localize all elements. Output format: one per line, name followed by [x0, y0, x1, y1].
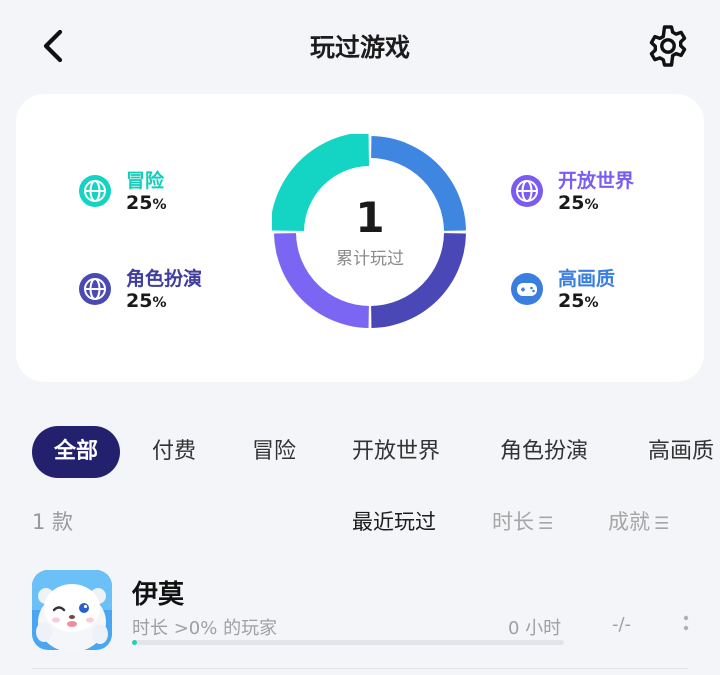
game-title: 伊莫 — [132, 580, 185, 610]
legend-open-world: 开放世界 25% — [510, 166, 690, 222]
total-played-label: 累计玩过 — [336, 249, 404, 269]
donut-center: 1 累计玩过 — [272, 193, 468, 270]
game-count: 1 款 — [32, 510, 74, 534]
gamepad-icon — [511, 273, 543, 305]
seal-mascot-image — [32, 570, 112, 650]
settings-button[interactable] — [644, 22, 692, 70]
game-list-item[interactable]: 伊莫 时长 >0% 的玩家 0 小时 -/- — [0, 560, 720, 675]
playtime-progress-fill — [132, 640, 137, 645]
sort-achievement-label: 成就 — [608, 510, 650, 534]
legend-percent: 25% — [126, 192, 167, 214]
page-title: 玩过游戏 — [309, 33, 410, 62]
total-played-count: 1 — [355, 193, 385, 242]
globe-icon — [79, 175, 111, 207]
game-thumbnail[interactable] — [32, 570, 112, 650]
gear-icon — [649, 25, 687, 67]
legend-label: 冒险 — [126, 170, 165, 192]
legend-percent: 25% — [558, 192, 599, 214]
genre-stats-card: 冒险 25% 角色扮演 25% 开放世界 25% 高画质 25% 1 累计玩过 — [16, 94, 704, 382]
legend-adventure: 冒险 25% — [78, 166, 258, 222]
tab-open-world[interactable]: 开放世界 — [352, 426, 440, 478]
sort-duration-label: 时长 — [492, 510, 534, 534]
legend-label: 角色扮演 — [126, 268, 203, 290]
legend-roleplay: 角色扮演 25% — [78, 264, 258, 320]
game-hours: 0 小时 — [508, 618, 562, 639]
tab-high-quality[interactable]: 高画质 — [648, 426, 714, 478]
more-options-button[interactable] — [676, 612, 696, 636]
tab-roleplay[interactable]: 角色扮演 — [500, 426, 588, 478]
sort-recent[interactable]: 最近玩过 — [352, 506, 436, 536]
sort-icon: ☰ — [654, 514, 670, 534]
sort-achievement[interactable]: 成就 ☰ — [608, 506, 669, 536]
vertical-dots-icon — [683, 615, 689, 631]
legend-percent: 25% — [126, 290, 167, 312]
top-bar: 玩过游戏 — [0, 0, 720, 92]
tab-all[interactable]: 全部 — [32, 426, 120, 478]
legend-percent: 25% — [558, 290, 599, 312]
playtime-progress-bar — [132, 640, 564, 645]
globe-icon — [511, 175, 543, 207]
game-playtime-percentile: 时长 >0% 的玩家 — [132, 618, 278, 639]
sort-icon: ☰ — [538, 514, 554, 534]
tab-adventure[interactable]: 冒险 — [252, 426, 296, 478]
globe-icon — [79, 273, 111, 305]
category-tabs: 全部 付费 冒险 开放世界 角色扮演 高画质 — [0, 424, 720, 484]
sort-duration[interactable]: 时长 ☰ — [492, 506, 553, 536]
legend-label: 开放世界 — [558, 170, 635, 192]
legend-high-quality: 高画质 25% — [510, 264, 690, 320]
row-divider — [32, 668, 688, 669]
legend-label: 高画质 — [558, 268, 616, 290]
tab-paid[interactable]: 付费 — [152, 426, 196, 478]
game-achievements: -/- — [612, 614, 632, 635]
